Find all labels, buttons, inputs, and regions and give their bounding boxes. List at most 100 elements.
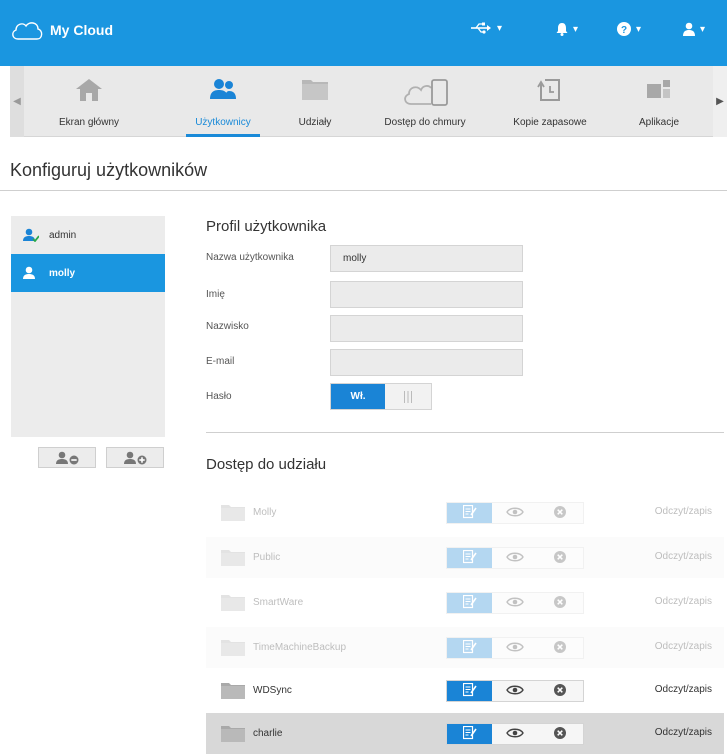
share-row[interactable]: WDSync Odczyt/zapis: [206, 670, 724, 711]
read-only-button[interactable]: [492, 681, 537, 701]
first-name-field[interactable]: [330, 281, 523, 308]
remove-user-icon: [56, 451, 79, 464]
no-access-button[interactable]: [538, 548, 583, 568]
share-name: WDSync: [253, 685, 292, 696]
permission-status: Odczyt/zapis: [654, 684, 712, 695]
share-name: Public: [253, 552, 281, 563]
read-only-button[interactable]: [492, 593, 537, 613]
user-name: molly: [49, 267, 76, 279]
nav-item-cloud-access[interactable]: Dostęp do chmury: [372, 66, 478, 136]
edit-icon: [462, 682, 477, 700]
nav-scroll-right-button[interactable]: ▶: [713, 66, 727, 137]
no-access-button[interactable]: [538, 681, 583, 701]
nav-item-apps[interactable]: Aplikacje: [618, 66, 700, 136]
last-name-label: Nazwisko: [206, 321, 249, 332]
edit-icon: [462, 639, 477, 657]
read-write-button[interactable]: [447, 724, 493, 744]
eye-icon: [506, 552, 524, 565]
read-write-button[interactable]: [447, 548, 493, 568]
no-access-button[interactable]: [538, 724, 583, 744]
admin-user-icon: [23, 228, 39, 242]
permission-selector: [446, 502, 584, 524]
apps-icon: [647, 80, 670, 98]
alerts-menu[interactable]: ▾: [556, 22, 578, 36]
read-only-button[interactable]: [492, 548, 537, 568]
nav-item-label: Ekran główny: [58, 117, 120, 128]
share-row[interactable]: SmartWare Odczyt/zapis: [206, 582, 724, 623]
nav-item-users[interactable]: Użytkownicy: [186, 66, 260, 137]
remove-user-button[interactable]: [38, 447, 96, 468]
nav-scroll-left-button[interactable]: ◀: [10, 66, 24, 137]
chevron-right-icon: ▶: [716, 96, 724, 107]
read-write-button[interactable]: [447, 593, 493, 613]
nav-item-label: Użytkownicy: [195, 117, 251, 128]
account-menu[interactable]: ▾: [683, 22, 705, 36]
read-write-button[interactable]: [447, 638, 493, 658]
toggle-on-label: Wł.: [331, 384, 385, 409]
folder-icon: [221, 725, 245, 742]
email-field[interactable]: [330, 349, 523, 376]
permission-selector: [446, 680, 584, 702]
eye-icon: [506, 507, 524, 520]
share-row[interactable]: TimeMachineBackup Odczyt/zapis: [206, 627, 724, 668]
help-menu[interactable]: ? ▾: [617, 22, 641, 36]
close-circle-icon: [554, 726, 567, 742]
top-bar: My Cloud ▾ ▾ ? ▾ ▾: [0, 0, 727, 66]
read-only-button[interactable]: [492, 724, 537, 744]
close-circle-icon: [554, 683, 567, 699]
last-name-field[interactable]: [330, 315, 523, 342]
username-field[interactable]: molly: [330, 245, 523, 272]
no-access-button[interactable]: [538, 593, 583, 613]
read-write-button[interactable]: [447, 503, 493, 523]
chevron-left-icon: ◀: [13, 96, 21, 107]
usb-menu[interactable]: ▾: [470, 22, 502, 34]
share-row[interactable]: Molly Odczyt/zapis: [206, 492, 724, 533]
permission-status: Odczyt/zapis: [654, 727, 712, 738]
password-label: Hasło: [206, 391, 232, 402]
add-user-icon: [124, 451, 147, 464]
no-access-button[interactable]: [538, 503, 583, 523]
eye-icon: [506, 685, 524, 698]
read-only-button[interactable]: [492, 503, 537, 523]
share-row[interactable]: Public Odczyt/zapis: [206, 537, 724, 578]
password-toggle[interactable]: Wł.: [330, 383, 432, 410]
nav-item-label: Kopie zapasowe: [513, 117, 587, 128]
close-circle-icon: [554, 640, 567, 656]
usb-icon: [471, 22, 491, 34]
eye-icon: [506, 728, 524, 741]
username-label: Nazwa użytkownika: [206, 252, 294, 263]
permission-selector: [446, 723, 584, 745]
profile-section-title: Profil użytkownika: [206, 218, 327, 235]
edit-icon: [462, 549, 477, 567]
no-access-button[interactable]: [538, 638, 583, 658]
nav-item-home[interactable]: Ekran główny: [36, 66, 142, 136]
user-icon: [23, 266, 39, 280]
folder-icon: [221, 549, 245, 566]
read-write-button[interactable]: [447, 681, 493, 701]
permission-status: Odczyt/zapis: [654, 596, 712, 607]
folder-icon: [221, 504, 245, 521]
nav-item-backups[interactable]: Kopie zapasowe: [498, 66, 602, 136]
share-name: Molly: [253, 507, 277, 518]
backup-icon: [537, 79, 560, 101]
permission-status: Odczyt/zapis: [654, 506, 712, 517]
shares-section-title: Dostęp do udziału: [206, 456, 327, 473]
user-list-item[interactable]: admin: [11, 216, 165, 254]
chevron-down-icon: ▾: [497, 22, 503, 34]
permission-selector: [446, 592, 584, 614]
user-list-item[interactable]: molly: [11, 254, 165, 292]
add-user-button[interactable]: [106, 447, 164, 468]
read-only-button[interactable]: [492, 638, 537, 658]
close-circle-icon: [554, 550, 567, 566]
user-icon: [683, 22, 695, 36]
nav-item-label: Aplikacje: [638, 117, 680, 128]
edit-icon: [462, 504, 477, 522]
home-icon: [76, 79, 102, 101]
chevron-down-icon: ▾: [636, 23, 642, 35]
share-name: SmartWare: [253, 597, 304, 608]
permission-status: Odczyt/zapis: [654, 551, 712, 562]
help-icon: ?: [617, 22, 631, 36]
nav-item-shares[interactable]: Udziały: [280, 66, 350, 136]
toggle-handle: [385, 384, 431, 409]
logo[interactable]: My Cloud: [10, 19, 113, 41]
